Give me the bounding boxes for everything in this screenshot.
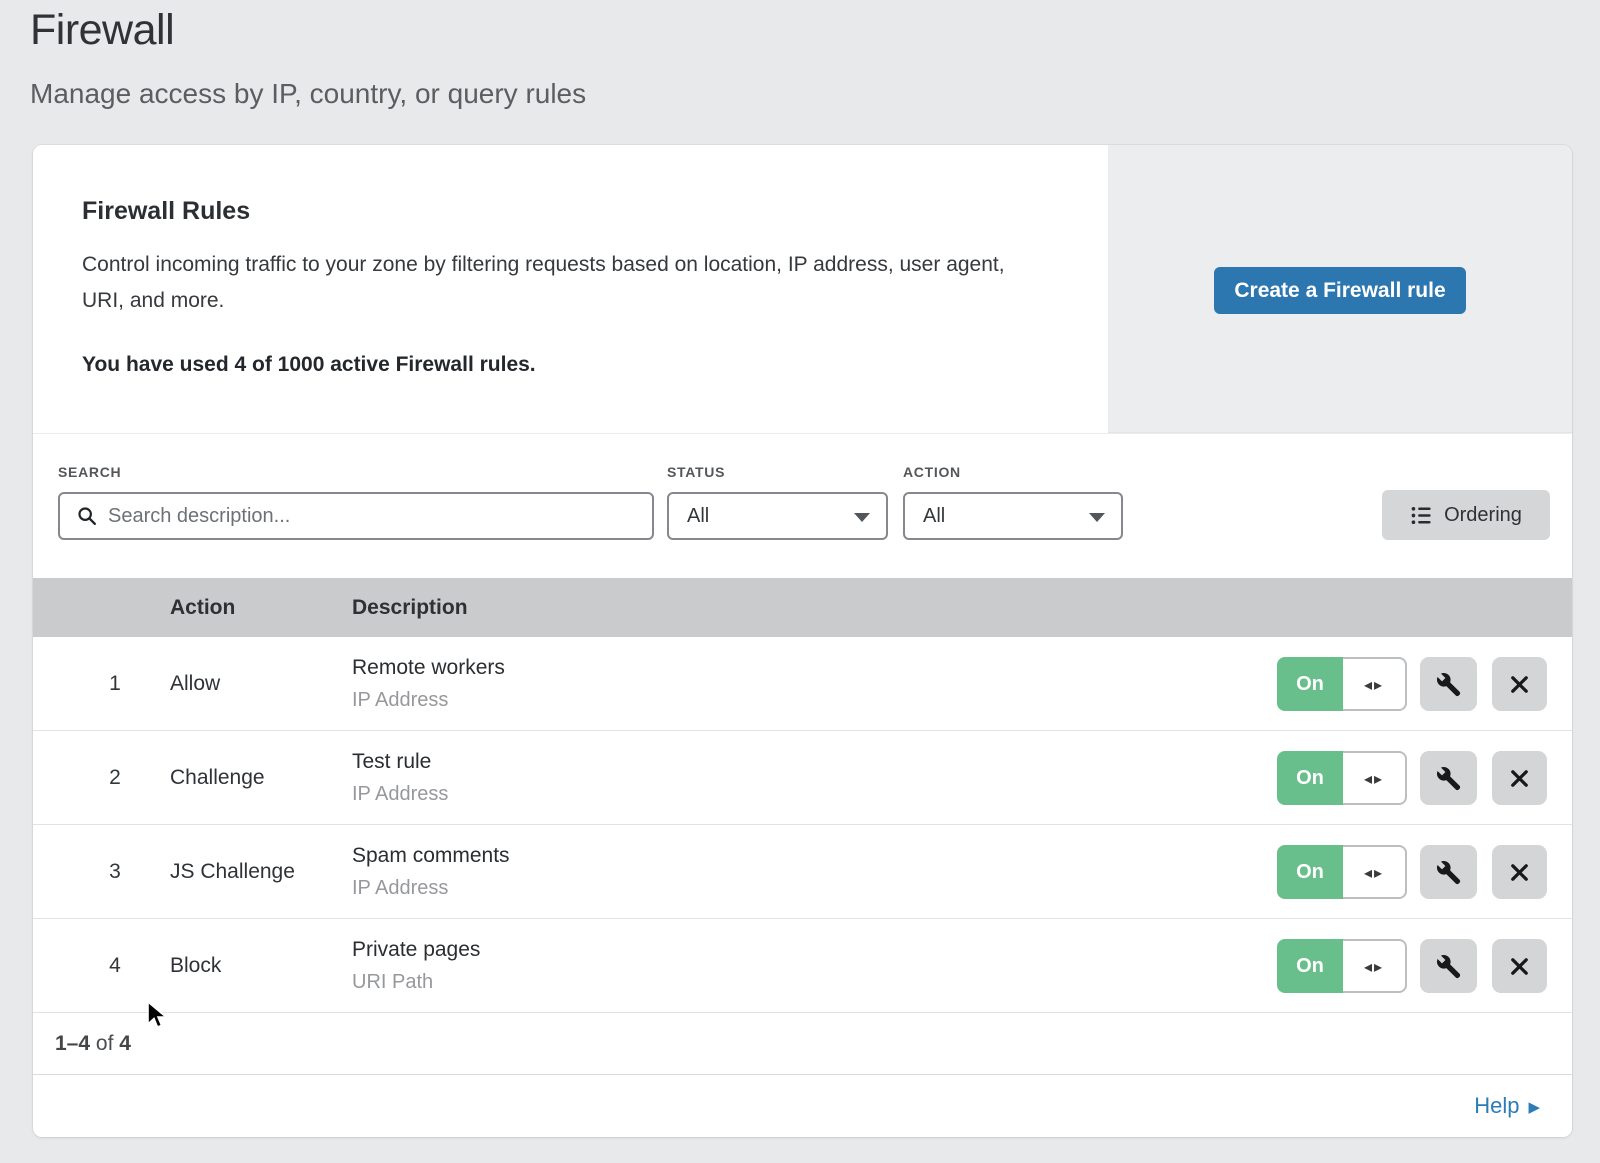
column-header-action: Action <box>170 578 235 637</box>
rule-match-field: IP Address <box>352 689 505 712</box>
table-row: 1 Allow Remote workers IP Address On ◂▸ <box>33 637 1572 731</box>
table-row: 4 Block Private pages URI Path On ◂▸ <box>33 919 1572 1013</box>
rule-action: Allow <box>170 672 220 696</box>
delete-rule-button[interactable] <box>1492 939 1547 993</box>
status-selected-value: All <box>687 505 709 528</box>
wrench-icon <box>1436 954 1461 979</box>
rule-match-field: IP Address <box>352 783 448 806</box>
chevron-down-icon <box>854 513 870 522</box>
table-row: 3 JS Challenge Spam comments IP Address … <box>33 825 1572 919</box>
x-icon <box>1508 767 1531 790</box>
pagination-separator: of <box>96 1032 114 1055</box>
rule-action: Challenge <box>170 766 265 790</box>
chevron-down-icon <box>1089 513 1105 522</box>
create-firewall-rule-button[interactable]: Create a Firewall rule <box>1214 267 1466 314</box>
edit-rule-button[interactable] <box>1420 751 1477 805</box>
wrench-icon <box>1436 672 1461 697</box>
rule-priority: 4 <box>95 954 135 978</box>
card-heading: Firewall Rules <box>82 197 250 226</box>
rule-priority: 2 <box>95 766 135 790</box>
status-select[interactable]: All <box>667 492 888 540</box>
rule-description: Spam comments IP Address <box>352 844 510 900</box>
column-header-description: Description <box>352 578 468 637</box>
rule-enabled-toggle[interactable]: On ◂▸ <box>1277 751 1407 805</box>
ordering-button-label: Ordering <box>1444 504 1522 527</box>
card-description: Control incoming traffic to your zone by… <box>82 247 1047 319</box>
search-field <box>58 492 654 540</box>
filter-bar: SEARCH STATUS All ACTION All Orde <box>33 433 1572 578</box>
toggle-handle-arrows-icon[interactable]: ◂▸ <box>1343 939 1407 993</box>
rule-match-field: IP Address <box>352 877 510 900</box>
search-icon <box>76 505 98 527</box>
card-footer: Help ▶ <box>33 1074 1572 1137</box>
action-label: ACTION <box>903 464 961 480</box>
delete-rule-button[interactable] <box>1492 751 1547 805</box>
x-icon <box>1508 673 1531 696</box>
toggle-on-label: On <box>1277 845 1343 899</box>
rule-description-title: Spam comments <box>352 844 510 868</box>
ordering-button[interactable]: Ordering <box>1382 490 1550 540</box>
firewall-rules-card: Firewall Rules Control incoming traffic … <box>33 145 1572 1137</box>
toggle-handle-arrows-icon[interactable]: ◂▸ <box>1343 657 1407 711</box>
rule-description: Test rule IP Address <box>352 750 448 806</box>
help-link-label: Help <box>1474 1093 1519 1119</box>
status-label: STATUS <box>667 464 725 480</box>
rules-list: 1 Allow Remote workers IP Address On ◂▸ … <box>33 637 1572 1013</box>
toggle-handle-arrows-icon[interactable]: ◂▸ <box>1343 845 1407 899</box>
table-header: Action Description <box>33 578 1572 637</box>
rule-action: Block <box>170 954 221 978</box>
pagination-bar: 1–4 of 4 <box>33 1013 1572 1074</box>
usage-note: You have used 4 of 1000 active Firewall … <box>82 353 536 377</box>
wrench-icon <box>1436 860 1461 885</box>
wrench-icon <box>1436 766 1461 791</box>
pagination-total: 4 <box>119 1032 131 1055</box>
toggle-on-label: On <box>1277 751 1343 805</box>
toggle-on-label: On <box>1277 657 1343 711</box>
rule-description-title: Remote workers <box>352 656 505 680</box>
rule-match-field: URI Path <box>352 971 480 994</box>
pagination-text: 1–4 of 4 <box>55 1032 131 1056</box>
edit-rule-button[interactable] <box>1420 845 1477 899</box>
rule-description: Private pages URI Path <box>352 938 480 994</box>
table-row: 2 Challenge Test rule IP Address On ◂▸ <box>33 731 1572 825</box>
rule-action: JS Challenge <box>170 860 295 884</box>
toggle-on-label: On <box>1277 939 1343 993</box>
page-subtitle: Manage access by IP, country, or query r… <box>30 78 586 110</box>
x-icon <box>1508 955 1531 978</box>
rule-enabled-toggle[interactable]: On ◂▸ <box>1277 845 1407 899</box>
rule-description: Remote workers IP Address <box>352 656 505 712</box>
rule-enabled-toggle[interactable]: On ◂▸ <box>1277 657 1407 711</box>
edit-rule-button[interactable] <box>1420 939 1477 993</box>
action-select[interactable]: All <box>903 492 1123 540</box>
action-selected-value: All <box>923 505 945 528</box>
rule-priority: 3 <box>95 860 135 884</box>
x-icon <box>1508 861 1531 884</box>
search-input[interactable] <box>108 505 638 528</box>
page-title: Firewall <box>30 6 174 55</box>
rule-description-title: Private pages <box>352 938 480 962</box>
help-link[interactable]: Help ▶ <box>1474 1093 1540 1119</box>
hero-action-panel: Create a Firewall rule <box>1108 145 1572 433</box>
rule-priority: 1 <box>95 672 135 696</box>
help-arrow-icon: ▶ <box>1528 1096 1540 1116</box>
hero-description-panel: Firewall Rules Control incoming traffic … <box>33 145 1108 433</box>
delete-rule-button[interactable] <box>1492 845 1547 899</box>
edit-rule-button[interactable] <box>1420 657 1477 711</box>
rule-description-title: Test rule <box>352 750 448 774</box>
ordered-list-icon <box>1410 504 1433 527</box>
rule-enabled-toggle[interactable]: On ◂▸ <box>1277 939 1407 993</box>
search-label: SEARCH <box>58 464 121 480</box>
delete-rule-button[interactable] <box>1492 657 1547 711</box>
pagination-range: 1–4 <box>55 1032 90 1055</box>
toggle-handle-arrows-icon[interactable]: ◂▸ <box>1343 751 1407 805</box>
